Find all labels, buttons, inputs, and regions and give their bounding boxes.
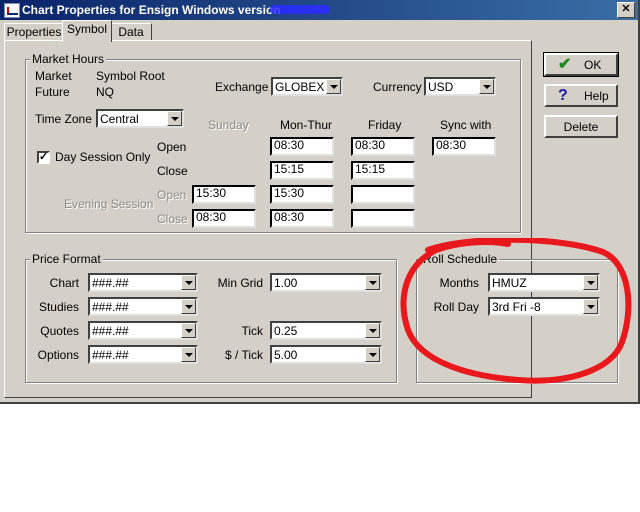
open-label: Open bbox=[157, 140, 187, 154]
chevron-down-icon bbox=[181, 323, 196, 338]
eve-open-monthur-input[interactable]: 15:30 bbox=[270, 185, 334, 204]
symbol-tab-panel: Market Hours Market Symbol Root Future N… bbox=[4, 40, 618, 398]
currency-select[interactable]: USD bbox=[424, 77, 496, 96]
months-label: Months bbox=[439, 276, 479, 290]
chevron-down-icon bbox=[365, 347, 380, 362]
eve-close-friday-input[interactable] bbox=[351, 209, 415, 228]
roll-schedule-label: Roll Schedule bbox=[421, 252, 500, 266]
timezone-select[interactable]: Central bbox=[96, 109, 184, 128]
chevron-down-icon bbox=[181, 347, 196, 362]
chevron-down-icon bbox=[326, 79, 341, 94]
rollday-select[interactable]: 3rd Fri -8 bbox=[488, 297, 600, 316]
chevron-down-icon bbox=[365, 275, 380, 290]
ok-button[interactable]: ✔ OK bbox=[543, 52, 619, 77]
price-format-label: Price Format bbox=[30, 252, 103, 266]
chevron-down-icon bbox=[479, 79, 494, 94]
close-monthur-input[interactable]: 15:15 bbox=[270, 161, 334, 180]
question-icon: ? bbox=[558, 87, 568, 104]
evening-close-label: Close bbox=[157, 212, 188, 226]
market-hours-label: Market Hours bbox=[30, 52, 107, 66]
col-sync: Sync with bbox=[440, 118, 492, 132]
app-icon bbox=[4, 3, 20, 18]
chart-format-label: Chart bbox=[49, 276, 79, 290]
day-session-checkbox[interactable]: ✓ bbox=[37, 151, 50, 164]
quotes-format-label: Quotes bbox=[40, 324, 79, 338]
col-sunday: Sunday bbox=[208, 118, 249, 132]
tab-symbol[interactable]: Symbol bbox=[62, 20, 112, 42]
window-title: Chart Properties for Ensign Windows vers… bbox=[22, 3, 281, 17]
close-friday-input[interactable]: 15:15 bbox=[351, 161, 415, 180]
quotes-format-select[interactable]: ###.## bbox=[88, 321, 198, 340]
dollar-tick-select[interactable]: 5.00 bbox=[270, 345, 382, 364]
help-button[interactable]: ? Help bbox=[544, 84, 618, 107]
col-friday: Friday bbox=[368, 118, 402, 132]
chevron-down-icon bbox=[583, 275, 598, 290]
market-label: Market bbox=[35, 69, 72, 83]
chevron-down-icon bbox=[167, 111, 182, 126]
redaction-scribble bbox=[270, 5, 330, 14]
eve-open-friday-input[interactable] bbox=[351, 185, 415, 204]
eve-close-sunday-input[interactable]: 08:30 bbox=[192, 209, 256, 228]
mingrid-select[interactable]: 1.00 bbox=[270, 273, 382, 292]
evening-open-label: Open bbox=[157, 188, 187, 202]
mingrid-label: Min Grid bbox=[217, 276, 263, 290]
checkmark-icon: ✔ bbox=[558, 56, 572, 73]
evening-session-label: Evening Session bbox=[64, 197, 154, 211]
timezone-label: Time Zone bbox=[35, 112, 92, 126]
dollar-tick-label: $ / Tick bbox=[224, 348, 263, 362]
open-monthur-input[interactable]: 08:30 bbox=[270, 137, 334, 156]
day-session-label: Day Session Only bbox=[55, 150, 151, 164]
sync-input[interactable]: 08:30 bbox=[432, 137, 496, 156]
close-label: Close bbox=[157, 164, 188, 178]
close-icon[interactable]: ✕ bbox=[617, 2, 635, 18]
chevron-down-icon bbox=[583, 299, 598, 314]
exchange-label: Exchange bbox=[215, 80, 269, 94]
eve-open-sunday-input[interactable]: 15:30 bbox=[192, 185, 256, 204]
tick-select[interactable]: 0.25 bbox=[270, 321, 382, 340]
open-friday-input[interactable]: 08:30 bbox=[351, 137, 415, 156]
col-monthur: Mon-Thur bbox=[280, 118, 333, 132]
currency-label: Currency bbox=[373, 80, 422, 94]
future-value: NQ bbox=[96, 85, 114, 99]
chart-format-select[interactable]: ###.## bbox=[88, 273, 198, 292]
chevron-down-icon bbox=[181, 275, 196, 290]
studies-format-select[interactable]: ###.## bbox=[88, 297, 198, 316]
tab-properties[interactable]: Properties bbox=[4, 23, 64, 41]
rollday-label: Roll Day bbox=[433, 300, 479, 314]
title-bar[interactable]: Chart Properties for Ensign Windows vers… bbox=[0, 0, 638, 20]
delete-button[interactable]: Delete bbox=[544, 115, 618, 138]
market-value: Symbol Root bbox=[96, 69, 165, 83]
eve-close-monthur-input[interactable]: 08:30 bbox=[270, 209, 334, 228]
future-label: Future bbox=[35, 85, 70, 99]
exchange-select[interactable]: GLOBEX bbox=[271, 77, 343, 96]
chevron-down-icon bbox=[365, 323, 380, 338]
months-select[interactable]: HMUZ bbox=[488, 273, 600, 292]
options-format-select[interactable]: ###.## bbox=[88, 345, 198, 364]
tick-label: Tick bbox=[241, 324, 263, 338]
chevron-down-icon bbox=[181, 299, 196, 314]
tab-data[interactable]: Data bbox=[110, 23, 152, 41]
chart-properties-dialog: Chart Properties for Ensign Windows vers… bbox=[0, 0, 640, 404]
options-format-label: Options bbox=[37, 348, 79, 362]
studies-format-label: Studies bbox=[38, 300, 79, 314]
